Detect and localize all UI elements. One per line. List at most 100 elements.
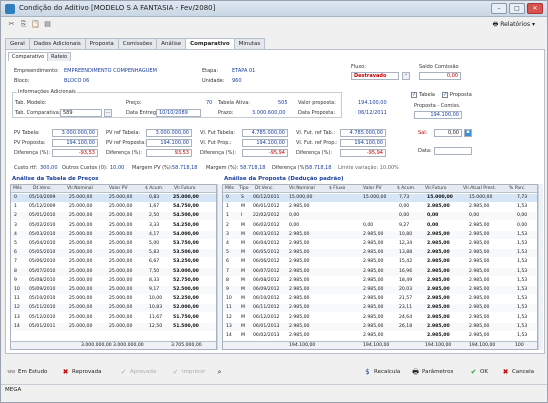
cut-icon[interactable]: ✂	[7, 20, 16, 29]
col-mes[interactable]: Mês	[225, 186, 234, 191]
tab-analise[interactable]: Análise	[156, 38, 187, 49]
diferenca-3-field[interactable]: -95,94	[242, 149, 288, 157]
table-row[interactable]: 0 05/10/2009 25.000,00 25.000,00 0,83 25.000,…	[11, 194, 216, 202]
pv-ref-tabela-field[interactable]: 3.000.000,00	[146, 129, 192, 137]
sal-button[interactable]: ▪	[464, 129, 472, 137]
subtab-comparativo[interactable]: Comparativo	[8, 52, 49, 61]
table-row[interactable]: 11 M 06/11/2012 2.985,00 2.985,00 23,11 2.985,…	[223, 304, 537, 313]
parametros-button[interactable]: 🖶 Parâmetros	[411, 367, 453, 378]
table-row[interactable]: 6 M 06/06/2012 2.985,00 2.985,00 15,42 2.985,0…	[223, 258, 537, 266]
diferenca-4-field[interactable]: -95,94	[340, 149, 386, 157]
proposta-checkbox[interactable]: ✓	[442, 92, 448, 98]
col-parc[interactable]: % Parc.	[509, 186, 526, 191]
table-row[interactable]: 2 M 06/02/2012 0,00 0,00 9,27 0,00 2.985,00 0,00	[223, 222, 537, 230]
subtab-rateio[interactable]: Rateio	[47, 52, 72, 61]
tab-minutas[interactable]: Minutas	[233, 38, 266, 49]
diferenca-1-field[interactable]: -93,53	[52, 149, 98, 157]
table-row[interactable]: 8 M 06/08/2012 2.985,00 2.985,00 18,49 2.985,0…	[223, 277, 537, 285]
col-dt-venc[interactable]: Dt.Venc.	[255, 186, 274, 191]
table-row[interactable]: 0 S 06/12/2011 15.000,00 15.000,00 7,73 15.000…	[223, 194, 537, 202]
data-field[interactable]	[434, 147, 472, 155]
table-row[interactable]: 11 05/10/2010 25.000,00 25.000,00 10,00 52.25…	[11, 295, 216, 303]
relatorios-button[interactable]: 🖶 Relatórios ▾	[493, 20, 535, 30]
col-vlr-futuro[interactable]: Vlr.Futuro	[174, 186, 196, 191]
minimize-button[interactable]: –	[491, 3, 507, 14]
table-row[interactable]: 13 M 06/01/2013 2.985,00 2.985,00 26,18 2.985,…	[223, 322, 537, 331]
col-mes[interactable]: Mês	[13, 186, 22, 191]
tab-comparativo[interactable]: Comparativo	[185, 38, 235, 49]
col-tipo[interactable]: Tipo	[239, 186, 248, 191]
col-vlr-nominal[interactable]: Vlr.Nominal	[67, 186, 93, 191]
tab-comparativa-field[interactable]: 589	[60, 109, 102, 117]
pv-ref-proposta-field[interactable]: 194.100,00	[146, 139, 192, 147]
close-button[interactable]: ✕	[527, 3, 543, 14]
table-row[interactable]: 8 05/07/2010 25.000,00 25.000,00 7,50 53.000,…	[11, 267, 216, 276]
table-row[interactable]: 1 I 22/02/2012 0,00 0,00 0,00 0,00 0,00	[223, 212, 537, 221]
table-row[interactable]: 3 05/02/2010 25.000,00 25.000,00 3,33 54.250,…	[11, 222, 216, 230]
vl-fut-ref-prop-field[interactable]: 194.100,00	[340, 139, 386, 147]
table-row[interactable]: 9 05/08/2010 25.000,00 25.000,00 8,33 52.750,…	[11, 277, 216, 285]
pv-tabela-field[interactable]: 3.000.000,00	[52, 129, 98, 137]
col-vlr-futuro[interactable]: Vlr.Futuro	[425, 186, 447, 191]
search-button[interactable]: ⌕	[215, 367, 226, 378]
col-fluxo[interactable]: $ Fluxo	[329, 186, 345, 191]
col-dt-venc[interactable]: Dt.Venc.	[33, 186, 52, 191]
imprimir-button[interactable]: ✓ Imprimir	[171, 367, 206, 378]
table-row[interactable]: 5 M 06/05/2012 2.985,00 2.985,00 13,88 2.985,0…	[223, 249, 537, 258]
vl-fut-prop-field[interactable]: 194.100,00	[242, 139, 288, 147]
table-row[interactable]: 12 M 06/12/2012 2.985,00 2.985,00 24,64 2.985,…	[223, 314, 537, 322]
table-row[interactable]: 4 M 06/04/2012 2.985,00 2.985,00 12,34 2.985,0…	[223, 240, 537, 248]
col-vlr-atual-prest[interactable]: Vlr.Atual Prest.	[463, 186, 496, 191]
fluxo-button[interactable]: –	[402, 72, 410, 80]
col-acum[interactable]: $ Acum.	[145, 186, 163, 191]
paste-icon[interactable]: 📋	[31, 20, 40, 29]
tab-dados-adicionais[interactable]: Dados Adicionais	[28, 38, 86, 49]
col-acum[interactable]: $ Acum.	[397, 186, 415, 191]
table-row[interactable]: 7 M 06/07/2012 2.985,00 2.985,00 16,96 2.985,0…	[223, 267, 537, 276]
aprovada-button[interactable]: ✓ Aprovada	[119, 367, 157, 378]
tab-geral[interactable]: Geral	[5, 38, 30, 49]
em-estudo-button[interactable]: 👓 Em Estudo	[7, 367, 47, 378]
table-row[interactable]: 6 05/05/2010 25.000,00 25.000,00 5,83 53.500,…	[11, 249, 216, 258]
proposta-comiss-field[interactable]: 194.100,00	[414, 111, 462, 119]
grid-tabela[interactable]: Mês Dt.Venc. Vlr.Nominal Valor PV $ Acum…	[10, 184, 217, 350]
table-row[interactable]: 9 M 06/09/2012 2.985,00 2.985,00 20,03 2.985,0…	[223, 286, 537, 294]
table-row[interactable]: 10 M 06/10/2012 2.985,00 2.985,00 21,57 2.985,…	[223, 295, 537, 303]
maximize-button[interactable]: □	[509, 3, 525, 14]
diferenca-2-field[interactable]: 93,53	[146, 149, 192, 157]
vl-fut-tabela-field[interactable]: 4.785.000,00	[242, 129, 288, 137]
tab-comissoes[interactable]: Comissões	[117, 38, 158, 49]
sal-field[interactable]: 0,00	[434, 129, 462, 137]
table-row[interactable]: 1 M 06/01/2012 2.985,00 0,00 2.985,00 2.985,00…	[223, 203, 537, 211]
pv-proposta-field[interactable]: 194.100,00	[52, 139, 98, 147]
recalcula-button[interactable]: $ Recalcula	[363, 367, 400, 378]
copy-icon[interactable]: ⎘	[19, 20, 28, 29]
table-row[interactable]: 14 M 06/02/2013 2.985,00 2.985,00 2.985,00 2.9…	[223, 332, 537, 340]
ok-button[interactable]: ✔ OK	[469, 367, 488, 378]
table-row[interactable]: 2 05/01/2010 25.000,00 25.000,00 2,50 54.500,…	[11, 212, 216, 221]
col-valor-pv[interactable]: Valor PV	[363, 186, 382, 191]
tab-proposta[interactable]: Proposta	[84, 38, 119, 49]
fluxo-field[interactable]: Destravado	[351, 72, 399, 80]
reprovada-button[interactable]: ✖ Reprovada	[61, 367, 102, 378]
vl-fut-ref-tab-field[interactable]: 4.785.000,00	[340, 129, 386, 137]
col-vlr-nominal[interactable]: Vlr.Nominal	[289, 186, 315, 191]
data-entrega-field[interactable]: 10/10/2089	[156, 109, 201, 117]
grid-proposta-scrollbar[interactable]	[538, 184, 543, 350]
table-row[interactable]: 3 M 06/03/2012 2.985,00 2.985,00 10,80 2.985,0…	[223, 230, 537, 239]
tab-comparativa-lookup[interactable]: …	[104, 109, 112, 117]
table-row[interactable]: 5 05/04/2010 25.000,00 25.000,00 5,00 53.750,…	[11, 240, 216, 248]
tabela-checkbox[interactable]: ✓	[411, 92, 417, 98]
table-row[interactable]: 1 05/12/2009 25.000,00 25.000,00 1,67 54.750,…	[11, 203, 216, 211]
note-icon[interactable]: ▤	[43, 20, 52, 29]
table-row[interactable]: 4 05/03/2010 25.000,00 25.000,00 4,17 54.000,…	[11, 230, 216, 239]
saldo-comissao-field[interactable]: 0,00	[419, 72, 461, 80]
table-row[interactable]: 12 05/11/2010 25.000,00 25.000,00 10,83 52.00…	[11, 304, 216, 313]
table-row[interactable]: 10 05/09/2010 25.000,00 25.000,00 9,17 52.500…	[11, 286, 216, 294]
table-row[interactable]: 7 05/06/2010 25.000,00 25.000,00 6,67 53.250,…	[11, 258, 216, 266]
cancela-button[interactable]: ✖ Cancela	[501, 367, 534, 378]
col-valor-pv[interactable]: Valor PV	[109, 186, 128, 191]
grid-proposta[interactable]: Mês Tipo Dt.Venc. Vlr.Nominal $ Fluxo Va…	[222, 184, 538, 350]
table-row[interactable]: 14 05/01/2011 25.000,00 25.000,00 12,50 51.50…	[11, 322, 216, 331]
table-row[interactable]: 13 05/12/2010 25.000,00 25.000,00 11,67 51.75…	[11, 314, 216, 322]
